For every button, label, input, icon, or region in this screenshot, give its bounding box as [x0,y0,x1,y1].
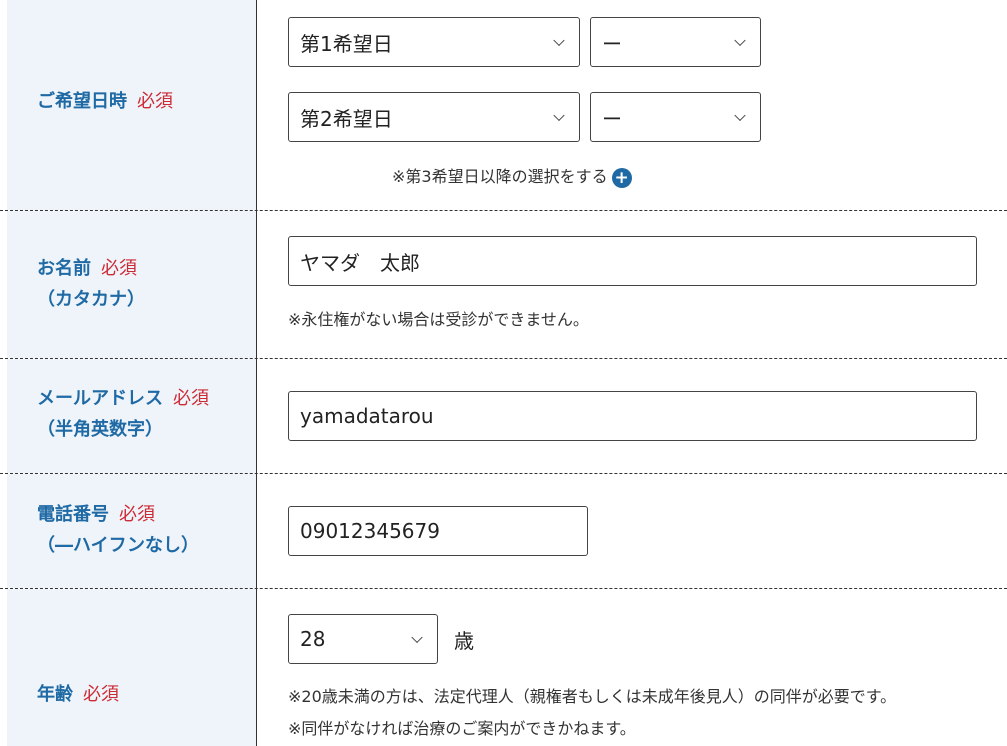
name-sublabel: （カタカナ） [37,289,145,310]
age-label-cell: 年齢 必須 [7,589,257,746]
age-select[interactable]: 28 [288,614,438,664]
schedule-label: ご希望日時 必須 [37,86,173,117]
add-more-dates-link[interactable]: ※第3希望日以降の選択をする + [392,163,632,188]
name-input[interactable]: ヤマダ 太郎 [288,236,977,286]
email-sublabel: （半角英数字） [37,419,163,440]
first-choice-date-value: 第1希望日 [300,31,393,56]
second-choice-date-value: 第2希望日 [300,106,393,131]
phone-row: 電話番号 必須 （―ハイフンなし） 09012345679 [0,474,1007,589]
phone-label-cell: 電話番号 必須 （―ハイフンなし） [7,474,257,588]
age-row: 年齢 必須 28 歳 ※20歳未満の方は、法定代理人（親権者もしくは未成年後見人）… [0,589,1007,746]
age-select-value: 28 [300,627,326,651]
first-choice-time-select[interactable]: ー [590,17,761,67]
phone-label-text: 電話番号 [37,504,109,525]
second-choice-date-select[interactable]: 第2希望日 [288,92,580,142]
chevron-down-icon [734,109,746,122]
schedule-label-text: ご希望日時 [37,91,127,112]
email-label: メールアドレス 必須 （半角英数字） [37,383,209,445]
phone-input-value: 09012345679 [300,519,440,543]
second-choice-time-select[interactable]: ー [590,92,761,142]
add-more-dates-text: ※第3希望日以降の選択をする [392,167,608,186]
name-label-cell: お名前 必須 （カタカナ） [7,211,257,358]
first-choice-date-select[interactable]: 第1希望日 [288,17,580,67]
email-row: メールアドレス 必須 （半角英数字） yamadatarou [0,359,1007,474]
name-input-value: ヤマダ 太郎 [300,250,420,275]
chevron-down-icon [553,34,565,47]
phone-sublabel: （―ハイフンなし） [37,535,199,556]
chevron-down-icon [411,631,423,644]
required-badge: 必須 [173,388,209,409]
first-choice-time-value: ー [602,31,622,56]
email-label-cell: メールアドレス 必須 （半角英数字） [7,359,257,473]
plus-circle-icon: + [611,167,632,188]
required-badge: 必須 [83,684,119,705]
age-note-companion: ※同伴がなければ治療のご案内ができかねます。 [288,719,636,738]
name-row: お名前 必須 （カタカナ） ヤマダ 太郎 ※永住権がない場合は受診ができません。 [0,211,1007,359]
schedule-row: ご希望日時 必須 第1希望日 ー 第2希望日 ー ※第3希望日以降の選択をする + [0,0,1007,211]
age-label: 年齢 必須 [37,679,119,710]
name-note: ※永住権がない場合は受診ができません。 [288,310,589,329]
phone-input[interactable]: 09012345679 [288,506,588,556]
email-input[interactable]: yamadatarou [288,391,977,441]
reservation-form: ご希望日時 必須 第1希望日 ー 第2希望日 ー ※第3希望日以降の選択をする + … [0,0,1007,746]
required-badge: 必須 [119,504,155,525]
email-label-text: メールアドレス [37,388,163,409]
schedule-label-cell: ご希望日時 必須 [7,0,257,210]
second-choice-time-value: ー [602,106,622,131]
age-note-minor: ※20歳未満の方は、法定代理人（親権者もしくは未成年後見人）の同伴が必要です。 [288,687,897,706]
phone-label: 電話番号 必須 （―ハイフンなし） [37,499,199,561]
required-badge: 必須 [101,258,137,279]
chevron-down-icon [553,109,565,122]
name-label-text: お名前 [37,258,91,279]
age-unit: 歳 [454,629,474,653]
name-label: お名前 必須 （カタカナ） [37,253,145,315]
required-badge: 必須 [137,91,173,112]
age-label-text: 年齢 [37,684,73,705]
email-input-value: yamadatarou [300,404,434,428]
chevron-down-icon [734,34,746,47]
